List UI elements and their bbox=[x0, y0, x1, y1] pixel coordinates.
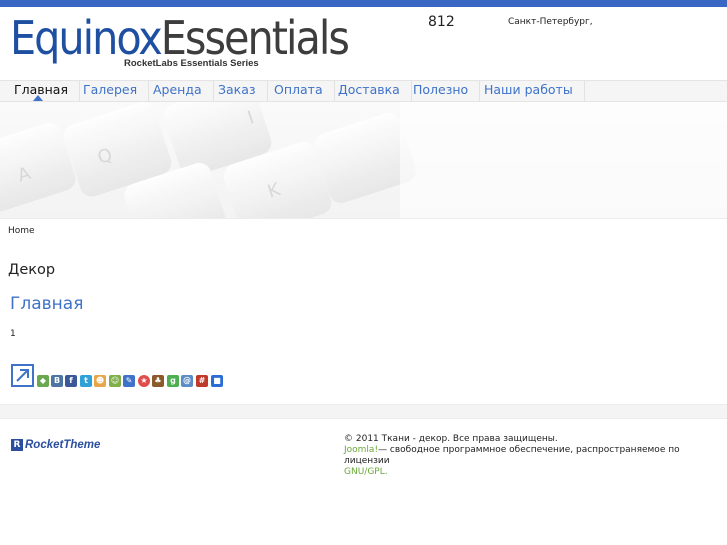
mail-icon[interactable]: @ bbox=[181, 375, 193, 387]
footer-divider bbox=[0, 404, 727, 419]
nav-item-order[interactable]: Заказ bbox=[207, 81, 268, 101]
nav-item-useful[interactable]: Полезно bbox=[402, 81, 481, 101]
copyright-text: © 2011 Ткани - декор. Все права защищены… bbox=[344, 434, 558, 444]
rockettheme-mark-icon: R bbox=[11, 438, 23, 451]
nav-item-gallery[interactable]: Галерея bbox=[72, 81, 150, 101]
breadcrumb[interactable]: Home bbox=[8, 226, 35, 236]
people-icon[interactable]: ☻ bbox=[94, 375, 106, 387]
nav-item-payment[interactable]: Оплата bbox=[263, 81, 335, 101]
star-icon[interactable]: ★ bbox=[138, 375, 150, 387]
site-logo[interactable]: EquinoxEssentials RocketLabs Essentials … bbox=[10, 13, 350, 69]
main-navigation: Главная Галерея Аренда Заказ Оплата Дост… bbox=[0, 80, 727, 102]
keyboard-keys-graphic: Q I K A bbox=[0, 102, 727, 218]
header-phone: 812 bbox=[428, 14, 455, 30]
vkontakte-icon[interactable]: В bbox=[51, 375, 63, 387]
header-banner-keyboard: Q I K A bbox=[0, 102, 727, 219]
joomla-link[interactable]: Joomla! bbox=[344, 445, 378, 455]
share-icon-1[interactable]: ◆ bbox=[37, 375, 49, 387]
article-body: 1 bbox=[10, 329, 16, 339]
top-accent-bar bbox=[0, 0, 727, 7]
footer-copyright-block: © 2011 Ткани - декор. Все права защищены… bbox=[344, 434, 714, 478]
facebook-icon[interactable]: f bbox=[65, 375, 77, 387]
gnu-gpl-link[interactable]: GNU/GPL. bbox=[344, 467, 388, 477]
grid-icon[interactable]: # bbox=[196, 375, 208, 387]
nav-item-rent[interactable]: Аренда bbox=[142, 81, 214, 101]
liveinternet-icon[interactable]: ♣ bbox=[152, 375, 164, 387]
nav-item-our-works[interactable]: Наши работы bbox=[473, 81, 585, 101]
logo-wordmark: EquinoxEssentials bbox=[10, 11, 350, 65]
site-header: EquinoxEssentials RocketLabs Essentials … bbox=[0, 7, 727, 80]
delicious-icon[interactable]: ■ bbox=[211, 375, 223, 387]
rockettheme-wordmark: RocketTheme bbox=[25, 438, 101, 451]
section-title: Декор bbox=[8, 262, 56, 278]
logo-tagline: RocketLabs Essentials Series bbox=[124, 58, 259, 69]
friends-icon[interactable]: ☺ bbox=[109, 375, 121, 387]
article-title[interactable]: Главная bbox=[10, 294, 83, 314]
rockettheme-logo[interactable]: R RocketTheme bbox=[11, 434, 101, 451]
header-city: Санкт-Петербург, bbox=[508, 17, 593, 27]
pencil-icon[interactable]: ✎ bbox=[123, 375, 135, 387]
nav-item-delivery[interactable]: Доставка bbox=[327, 81, 412, 101]
google-icon[interactable]: g bbox=[167, 375, 179, 387]
license-text: — свободное программное обеспечение, рас… bbox=[344, 445, 680, 466]
share-main-icon[interactable] bbox=[11, 364, 34, 387]
twitter-icon[interactable]: t bbox=[80, 375, 92, 387]
active-indicator-caret bbox=[33, 95, 43, 101]
